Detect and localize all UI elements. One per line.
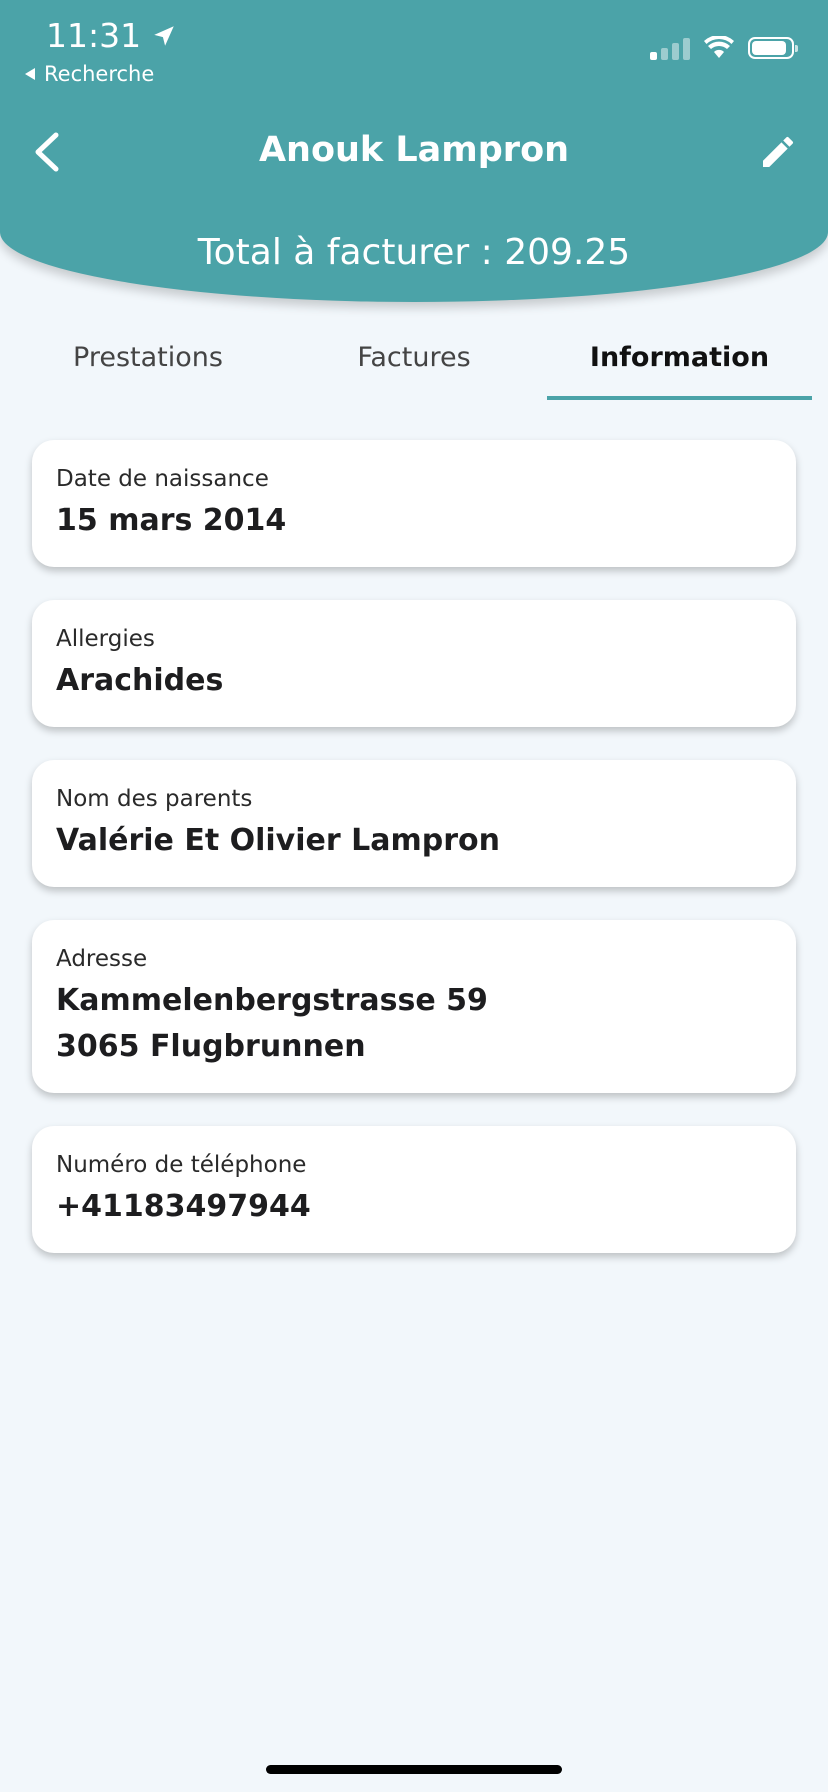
card-value: 15 mars 2014: [56, 503, 287, 538]
card-value-line2: 3065 Flugbrunnen: [56, 1029, 366, 1064]
header: 11:31 Recherche Anouk Lampron Total à fa…: [0, 0, 828, 302]
status-indicators: [650, 36, 798, 60]
tab-label: Prestations: [73, 342, 223, 373]
info-card-birthdate: Date de naissance 15 mars 2014: [32, 440, 796, 567]
wifi-icon: [704, 36, 734, 58]
tab-prestations[interactable]: Prestations: [10, 330, 286, 400]
tab-label: Factures: [357, 342, 471, 373]
card-value: Arachides: [56, 663, 224, 698]
home-indicator[interactable]: [266, 1765, 562, 1774]
status-time: 11:31: [46, 16, 177, 55]
tab-label: Information: [589, 342, 770, 373]
status-back-label: Recherche: [44, 62, 155, 86]
edit-button[interactable]: [754, 128, 802, 176]
card-value: Valérie Et Olivier Lampron: [56, 823, 500, 858]
back-triangle-icon: [25, 68, 35, 80]
cellular-signal-icon: [650, 36, 690, 60]
status-time-text: 11:31: [46, 16, 142, 55]
tab-bar: Prestations Factures Information: [0, 330, 828, 400]
page-title: Anouk Lampron: [258, 130, 570, 170]
card-value[interactable]: +41183497944: [56, 1184, 772, 1230]
card-value-line1: Kammelenbergstrasse 59: [56, 983, 488, 1018]
card-label: Allergies: [56, 626, 155, 652]
info-card-phone: Numéro de téléphone +41183497944: [32, 1126, 796, 1253]
total-to-bill: Total à facturer : 209.25: [197, 232, 631, 273]
info-card-parents: Nom des parents Valérie Et Olivier Lampr…: [32, 760, 796, 887]
card-label: Nom des parents: [56, 786, 253, 812]
tab-information[interactable]: Information: [547, 330, 812, 400]
tab-factures[interactable]: Factures: [276, 330, 552, 400]
location-arrow-icon: [154, 25, 174, 46]
info-card-allergies: Allergies Arachides: [32, 600, 796, 727]
status-back-link[interactable]: Recherche: [24, 62, 154, 86]
card-label: Numéro de téléphone: [56, 1152, 307, 1178]
info-card-address: Adresse Kammelenbergstrasse 59 3065 Flug…: [32, 920, 796, 1093]
card-label: Adresse: [56, 946, 148, 972]
card-label: Date de naissance: [56, 466, 269, 492]
battery-icon: [748, 37, 798, 59]
pencil-icon: [763, 136, 794, 167]
